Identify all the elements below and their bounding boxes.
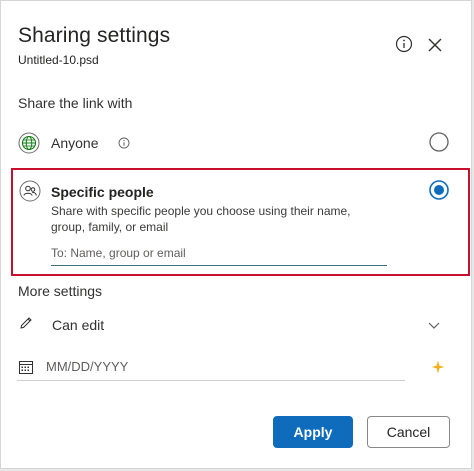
dialog-title: Sharing settings (18, 24, 171, 47)
specific-people-title[interactable]: Specific people (51, 184, 154, 200)
expiration-date-field[interactable] (17, 352, 405, 381)
specific-people-description: Share with specific people you choose us… (51, 204, 351, 234)
info-icon[interactable] (395, 35, 413, 53)
anyone-info-icon[interactable] (118, 137, 130, 149)
cancel-button[interactable]: Cancel (367, 416, 450, 448)
close-icon[interactable] (427, 37, 443, 53)
people-icon (19, 180, 41, 202)
anyone-label: Anyone (51, 135, 99, 151)
sharing-settings-dialog: Sharing settings Untitled-10.psd Share t… (0, 0, 472, 469)
apply-button[interactable]: Apply (273, 416, 353, 448)
recipient-input[interactable] (51, 241, 387, 266)
date-input[interactable] (46, 355, 386, 377)
more-settings-label: More settings (18, 283, 103, 299)
share-section-label: Share the link with (18, 95, 133, 111)
anyone-radio[interactable] (429, 132, 449, 152)
permission-value: Can edit (52, 317, 105, 333)
calendar-icon[interactable] (18, 359, 34, 375)
pencil-icon (20, 317, 32, 329)
file-name: Untitled-10.psd (18, 53, 99, 67)
permission-dropdown[interactable]: Can edit (17, 312, 447, 338)
globe-icon (18, 132, 40, 154)
sparkle-icon (431, 360, 445, 374)
chevron-down-icon[interactable] (427, 318, 441, 332)
specific-people-radio[interactable] (429, 180, 449, 200)
option-anyone[interactable]: Anyone (17, 129, 455, 157)
